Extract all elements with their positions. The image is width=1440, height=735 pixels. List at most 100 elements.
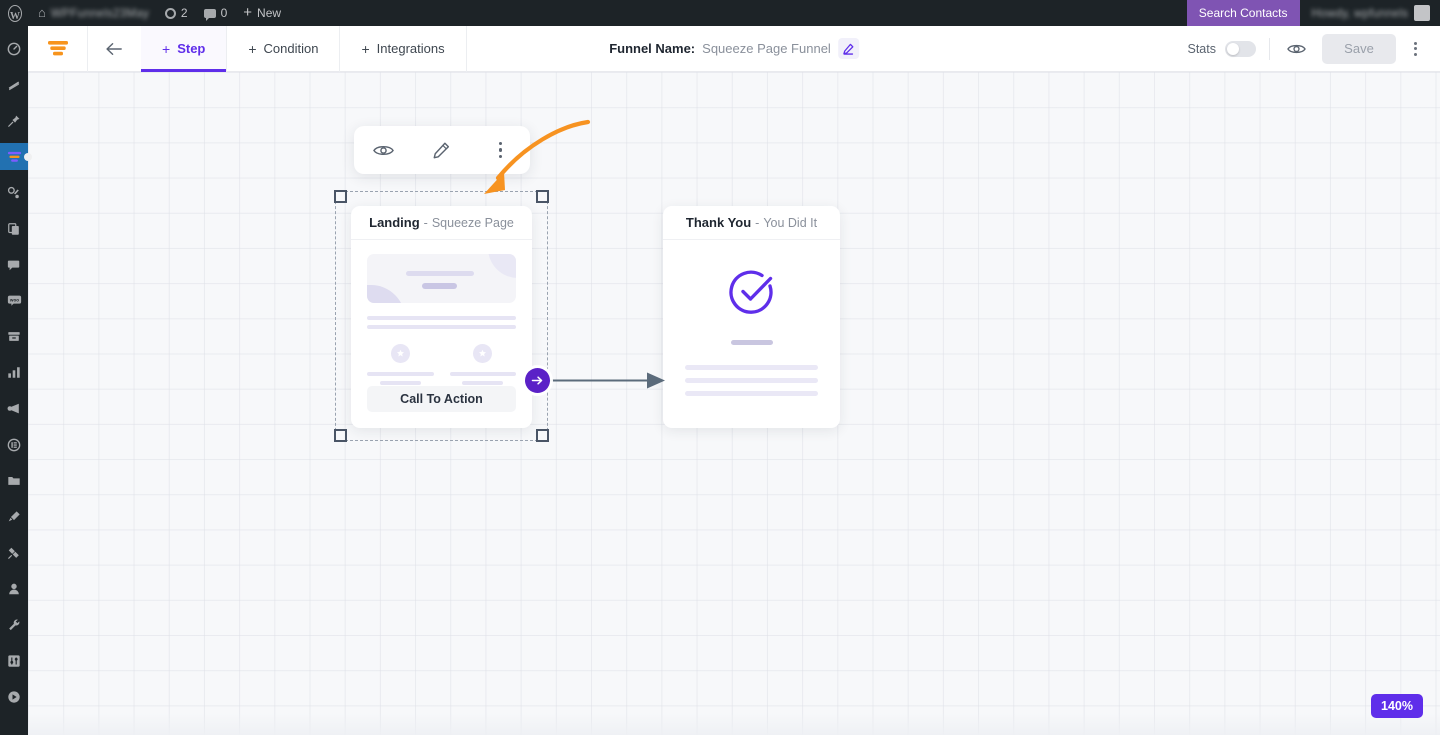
tab-integrations[interactable]: + Integrations — [340, 25, 467, 72]
step-card-thankyou[interactable]: Thank You - You Did It — [663, 206, 840, 428]
sidebar-item-settings[interactable] — [0, 647, 28, 674]
selection-corner-bottom-left[interactable] — [334, 429, 347, 442]
pencil-icon — [434, 142, 450, 158]
funnel-canvas[interactable]: Landing - Squeeze Page Call To Action Th… — [28, 72, 1440, 735]
save-button[interactable]: Save — [1322, 33, 1396, 64]
sidebar-item-posts[interactable] — [0, 71, 28, 98]
zoom-level-badge[interactable]: 140% — [1371, 694, 1423, 718]
sidebar-item-templates[interactable] — [0, 467, 28, 494]
tab-condition-label: Condition — [263, 41, 319, 56]
step-preview-button[interactable] — [363, 130, 403, 170]
comments-menu[interactable]: 0 — [196, 0, 236, 26]
star-icon — [390, 344, 410, 363]
add-step-node-button[interactable] — [525, 368, 550, 393]
site-name-label: WPFunnels23May — [50, 6, 149, 20]
wireframe-hero — [367, 254, 516, 303]
step-more-menu-button[interactable] — [481, 130, 521, 170]
sidebar-item-users[interactable] — [0, 575, 28, 602]
sidebar-item-wpfunnels[interactable] — [0, 143, 28, 170]
funnel-name-value: Squeeze Page Funnel — [702, 41, 831, 56]
sidebar-item-tools[interactable] — [0, 611, 28, 638]
new-content-menu[interactable]: + New — [235, 0, 289, 26]
wireframe-line — [449, 372, 516, 376]
step-card-preview — [663, 240, 840, 404]
wireframe-line — [367, 372, 434, 376]
header-actions: Stats Save — [1188, 26, 1440, 72]
selection-corner-top-right[interactable] — [536, 190, 549, 203]
updates-count: 2 — [180, 6, 188, 20]
step-connector[interactable] — [525, 362, 670, 400]
posts-icon — [8, 81, 20, 90]
sidebar-item-marketing[interactable] — [0, 395, 28, 422]
home-icon: ⌂ — [38, 5, 46, 20]
kebab-menu-icon — [1413, 41, 1417, 45]
wp-admin-bar: ⌂ WPFunnels23May 2 0 + New Search Contac… — [0, 0, 1440, 30]
wordpress-logo-button[interactable] — [0, 0, 30, 30]
wireframe-line — [462, 381, 504, 385]
arrow-left-icon — [106, 42, 122, 55]
updates-icon — [164, 7, 176, 19]
svg-text:woo: woo — [8, 297, 18, 302]
selection-corner-top-left[interactable] — [334, 190, 347, 203]
step-card-landing[interactable]: Landing - Squeeze Page Call To Action — [351, 206, 532, 428]
sidebar-item-media[interactable] — [0, 107, 28, 134]
sidebar-item-products[interactable] — [0, 323, 28, 350]
kebab-menu-icon — [499, 142, 503, 158]
back-button[interactable] — [88, 26, 141, 72]
avatar — [1414, 5, 1430, 21]
step-subtitle: You Did It — [763, 215, 818, 230]
preview-funnel-button[interactable] — [1282, 35, 1310, 63]
header-more-menu-button[interactable] — [1401, 34, 1429, 64]
sidebar-item-elementor[interactable] — [0, 431, 28, 458]
sidebar-item-mail-mint[interactable] — [0, 179, 28, 206]
new-label: New — [257, 6, 282, 20]
comment-bubble-icon — [7, 260, 20, 270]
stats-toggle[interactable] — [1225, 40, 1256, 57]
step-action-toolbar — [354, 126, 530, 174]
wireframe-line — [367, 325, 516, 329]
funnel-editor-header: + Step + Condition + Integrations Funnel… — [28, 25, 1440, 72]
wireframe-line — [685, 365, 818, 370]
sidebar-item-plugins[interactable] — [0, 539, 28, 566]
account-menu[interactable]: Howdy, wpfunnels — [1300, 5, 1440, 21]
site-name-menu[interactable]: ⌂ WPFunnels23May — [30, 0, 157, 26]
wp-admin-sidebar: woo — [0, 26, 28, 735]
plus-icon: + — [162, 40, 171, 57]
howdy-label: Howdy, wpfunnels — [1311, 6, 1409, 20]
archive-icon — [8, 332, 20, 341]
call-to-action-button[interactable]: Call To Action — [367, 386, 516, 412]
sidebar-item-collapse[interactable] — [0, 683, 28, 710]
wireframe-column — [449, 344, 516, 385]
admin-bar-right: Search Contacts Howdy, wpfunnels — [1186, 0, 1440, 26]
wpfunnels-logo-button[interactable] — [28, 25, 88, 72]
funnel-name-label: Funnel Name: — [609, 41, 696, 56]
sidebar-item-woocommerce[interactable]: woo — [0, 287, 28, 314]
tab-condition[interactable]: + Condition — [227, 25, 341, 72]
wireframe-bar — [406, 271, 474, 276]
eye-icon — [372, 145, 394, 155]
step-edit-button[interactable] — [422, 130, 462, 170]
search-contacts-button[interactable]: Search Contacts — [1186, 0, 1300, 26]
sidebar-item-comments[interactable] — [0, 251, 28, 278]
wordpress-logo-icon — [8, 4, 22, 30]
wireframe-blob-icon — [367, 285, 405, 303]
star-icon — [473, 344, 493, 363]
funnel-name-edit-button[interactable] — [837, 38, 859, 59]
sidebar-item-appearance[interactable] — [0, 503, 28, 530]
updates-menu[interactable]: 2 — [157, 0, 196, 26]
sidebar-item-analytics[interactable] — [0, 359, 28, 386]
mail-note-icon — [7, 186, 19, 198]
wireframe-line — [685, 391, 818, 396]
folder-icon — [8, 477, 20, 485]
user-icon — [9, 583, 19, 594]
wpfunnels-logo-icon — [47, 40, 68, 55]
step-card-header: Thank You - You Did It — [663, 206, 840, 240]
plus-icon: + — [248, 40, 257, 57]
sidebar-item-dashboard[interactable] — [0, 35, 28, 62]
selection-corner-bottom-right[interactable] — [536, 429, 549, 442]
sidebar-item-pages[interactable] — [0, 215, 28, 242]
wireframe-column — [367, 344, 434, 385]
play-circle-icon — [8, 690, 20, 703]
tab-step[interactable]: + Step — [141, 25, 228, 72]
plug-icon — [8, 547, 19, 559]
